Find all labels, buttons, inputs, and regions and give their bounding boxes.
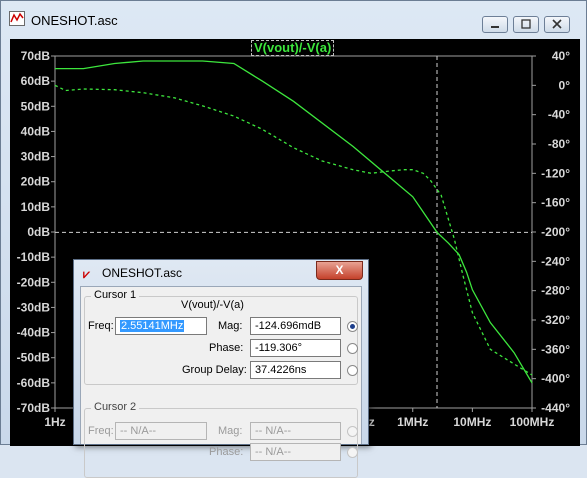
y-left-tick-label: -70dB <box>17 401 51 415</box>
mag-field[interactable]: -124.696mdB <box>250 317 341 335</box>
trace-label[interactable]: V(vout)/-V(a) <box>251 40 335 56</box>
y-right-tick-label: -360° <box>541 342 570 356</box>
y-right-tick-label: -40° <box>548 108 570 122</box>
group-delay-field[interactable]: 37.4226ns <box>250 361 341 379</box>
mag-label: Mag: <box>218 320 243 332</box>
cursor1-title: Cursor 1 <box>91 289 140 301</box>
mag-radio[interactable] <box>347 321 358 332</box>
y-left-tick-label: 50dB <box>21 99 51 113</box>
y-right-tick-label: 0° <box>559 78 571 92</box>
cursor2-group: Cursor 2 Freq: -- N/A-- Mag: -- N/A-- Ph… <box>84 401 358 478</box>
phase-radio[interactable] <box>347 343 358 354</box>
dialog-title: ONESHOT.asc <box>102 266 183 280</box>
y-right-tick-label: 40° <box>552 49 570 63</box>
cursor2-phase-label: Phase: <box>209 446 244 458</box>
x-tick-label: 10MHz <box>453 415 491 429</box>
y-left-tick-label: 40dB <box>21 124 51 138</box>
cursor2-mag-radio[interactable] <box>347 426 358 437</box>
group-delay-label: Group Delay: <box>182 364 247 376</box>
phase-field[interactable]: -119.306° <box>250 339 341 357</box>
minimize-button[interactable] <box>482 16 508 33</box>
y-right-tick-label: -440° <box>541 401 570 415</box>
cursor2-mag-label: Mag: <box>218 425 243 437</box>
y-right-tick-label: -280° <box>541 284 570 298</box>
y-left-tick-label: -20dB <box>17 275 51 289</box>
restore-button[interactable] <box>513 16 539 33</box>
freq-field[interactable]: 2.55141MHz <box>115 317 207 335</box>
y-right-tick-label: -240° <box>541 254 570 268</box>
y-right-tick-label: -80° <box>548 137 570 151</box>
y-left-tick-label: 0dB <box>27 225 50 239</box>
y-left-tick-label: -60dB <box>17 376 51 390</box>
title-bar[interactable]: ONESHOT.asc <box>1 1 586 39</box>
cursor2-freq-field[interactable]: -- N/A-- <box>115 422 207 440</box>
cursor2-phase-field[interactable]: -- N/A-- <box>250 443 341 461</box>
cursor1-group: Cursor 1 V(vout)/-V(a) Freq: 2.55141MHz … <box>84 289 358 385</box>
y-left-tick-label: -30dB <box>17 300 51 314</box>
waveform-icon <box>9 11 25 26</box>
phase-label: Phase: <box>209 342 244 354</box>
y-left-tick-label: 30dB <box>21 150 51 164</box>
y-left-tick-label: 20dB <box>21 175 51 189</box>
y-right-tick-label: -200° <box>541 225 570 239</box>
dialog-body: Cursor 1 V(vout)/-V(a) Freq: 2.55141MHz … <box>80 286 362 478</box>
cursor2-mag-field[interactable]: -- N/A-- <box>250 422 341 440</box>
y-left-tick-label: -50dB <box>17 351 51 365</box>
cursor1-expression: V(vout)/-V(a) <box>181 299 244 311</box>
y-left-tick-label: 10dB <box>21 200 51 214</box>
ltspice-icon: ⩗ <box>83 267 90 281</box>
window-title: ONESHOT.asc <box>31 13 118 28</box>
cursor-dialog: ⩗ ONESHOT.asc X Cursor 1 V(vout)/-V(a) F… <box>73 259 369 478</box>
y-left-tick-label: -40dB <box>17 326 51 340</box>
y-right-tick-label: -400° <box>541 372 570 386</box>
group-delay-radio[interactable] <box>347 365 358 376</box>
x-tick-label: 1MHz <box>397 415 428 429</box>
y-left-tick-label: -10dB <box>17 250 51 264</box>
x-tick-label: 1Hz <box>44 415 65 429</box>
y-left-tick-label: 70dB <box>21 49 51 63</box>
cursor2-phase-radio[interactable] <box>347 447 358 458</box>
close-icon: X <box>335 263 344 277</box>
y-right-tick-label: -320° <box>541 313 570 327</box>
freq-label: Freq: <box>88 320 114 332</box>
cursor2-title: Cursor 2 <box>91 401 140 413</box>
y-right-tick-label: -160° <box>541 196 570 210</box>
dialog-close-button[interactable]: X <box>316 261 363 280</box>
close-button[interactable] <box>544 16 570 33</box>
x-tick-label: 100MHz <box>510 415 555 429</box>
y-right-tick-label: -120° <box>541 166 570 180</box>
freq-value: 2.55141MHz <box>120 320 185 332</box>
cursor2-freq-label: Freq: <box>88 425 114 437</box>
y-left-tick-label: 60dB <box>21 74 51 88</box>
